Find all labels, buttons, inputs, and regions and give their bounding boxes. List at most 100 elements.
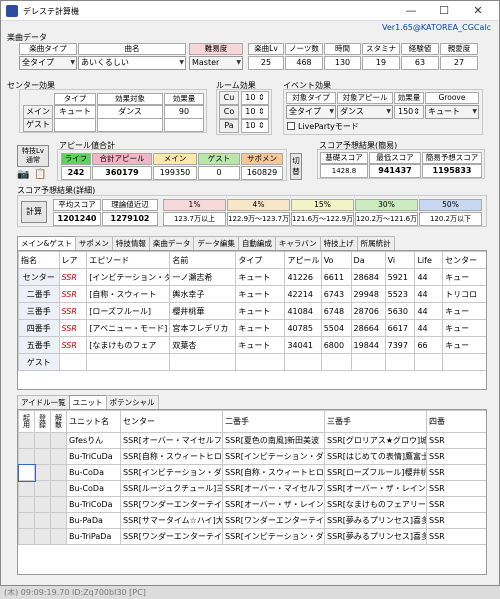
member-column-header[interactable]: センター xyxy=(442,251,486,269)
unit-row[interactable]: Bu-TriCoDaSSR[ワンダーエンターテイナー...SSR[オーバー・ザ・… xyxy=(18,496,486,513)
unit-action-cell[interactable] xyxy=(50,496,67,513)
unit-cell[interactable]: SSR[インビテーション・ダイブ]... xyxy=(222,528,325,545)
tab-2[interactable]: 特技情報 xyxy=(111,236,150,250)
switch-button[interactable]: 切替 xyxy=(290,153,302,180)
unit-cell[interactable]: SSR[ローズフルール]櫻井桃華 xyxy=(324,464,427,481)
member-cell[interactable]: 41226 xyxy=(284,268,322,286)
unit-cell[interactable]: SSR[オーバー・ザ・レインボー]... xyxy=(324,480,427,497)
member-cell[interactable]: 6748 xyxy=(320,302,352,320)
stamina-value[interactable]: 19 xyxy=(362,56,400,70)
room-pa-spinner[interactable]: 10 ⇕ xyxy=(241,119,269,133)
member-column-header[interactable]: エピソード xyxy=(86,251,171,269)
member-cell[interactable]: キュー xyxy=(442,302,486,320)
member-cell[interactable] xyxy=(414,353,444,371)
unit-cell[interactable]: SSR xyxy=(426,448,486,465)
member-grid[interactable]: 指名 レア エピソード 名前 タイプ アピール Vo Da Vi Life センター センター SSR[… xyxy=(17,250,487,390)
member-cell[interactable]: SSR xyxy=(58,319,88,337)
unit-cell[interactable]: SSR[サマータイム☆ハイ]大槻... xyxy=(120,512,223,529)
member-cell[interactable]: [自称・スウィート xyxy=(86,285,171,303)
member-cell[interactable]: 28706 xyxy=(350,302,386,320)
unit-action-cell[interactable] xyxy=(50,480,67,497)
unit-action-cell[interactable] xyxy=(34,512,51,529)
member-cell[interactable] xyxy=(235,353,286,371)
unit-action-cell[interactable] xyxy=(34,432,51,449)
unit-cell[interactable]: SSR[自称・スウィートヒロイン]... xyxy=(120,448,223,465)
unit-cell[interactable]: SSR[ワンダーエンターテイナー... xyxy=(120,496,223,513)
unit-column-header[interactable]: 起用 xyxy=(18,410,35,433)
member-cell[interactable]: 6611 xyxy=(320,268,352,286)
unit-row[interactable]: GfesりんSSR[オーバー・マイセルフ]渋...SSR[夏色の南風]新田美波S… xyxy=(18,432,486,449)
member-cell[interactable]: 29948 xyxy=(350,285,386,303)
unit-cell[interactable]: Gfesりん xyxy=(66,432,121,449)
member-cell[interactable]: キュー xyxy=(442,268,486,286)
maximize-button[interactable]: ☐ xyxy=(429,1,459,21)
unit-cell[interactable]: SSR[自称・スウィートヒロイン]... xyxy=(222,464,325,481)
unit-cell[interactable]: SSR xyxy=(426,480,486,497)
member-cell[interactable]: キュー xyxy=(442,336,486,354)
unit-column-header[interactable]: 二番手 xyxy=(222,410,325,433)
unit-cell[interactable]: SSR[はじめての表情]鷹富士茄... xyxy=(324,448,427,465)
camera-icon[interactable]: 📷 xyxy=(17,169,30,181)
time-value[interactable]: 130 xyxy=(324,56,361,70)
member-column-header[interactable]: アピール xyxy=(284,251,322,269)
member-cell[interactable]: [ローズフルール] xyxy=(86,302,171,320)
groove-select[interactable]: キュート ▼ xyxy=(425,105,479,119)
member-column-header[interactable]: タイプ xyxy=(235,251,286,269)
unit-cell[interactable]: SSR[インビテーション・ダイブ]... xyxy=(222,448,325,465)
member-cell[interactable]: 44 xyxy=(414,268,444,286)
minimize-button[interactable]: — xyxy=(396,1,426,21)
member-cell[interactable] xyxy=(284,353,322,371)
member-cell[interactable]: 櫻井桃華 xyxy=(169,302,237,320)
unit-cell[interactable]: SSR[グロリアス★グロウ]城ケ... xyxy=(324,432,427,449)
member-cell[interactable]: 44 xyxy=(414,302,444,320)
unit-action-cell[interactable] xyxy=(34,496,51,513)
member-row[interactable]: 三番手 SSR [ローズフルール] 櫻井桃華 キュート 41084 6748 28706 563… xyxy=(18,302,486,320)
unit-row[interactable]: Bu-CoDaSSR[ルージュクチュール]三船...SSR[オーバー・マイセルフ… xyxy=(18,480,486,497)
unit-cell[interactable]: SSR[ワンダーエンターテイナー... xyxy=(120,528,223,545)
member-cell[interactable]: [なまけものフェア xyxy=(86,336,171,354)
calc-button[interactable]: 計算 xyxy=(21,201,47,223)
tab-3[interactable]: 楽曲データ xyxy=(148,236,195,250)
unit-cell[interactable]: Bu-CoDa xyxy=(66,480,121,497)
music-name-select[interactable]: あいくるしい ▼ xyxy=(78,56,186,70)
member-cell[interactable]: 5630 xyxy=(384,302,416,320)
unit-action-cell[interactable] xyxy=(18,512,35,529)
member-cell[interactable]: SSR xyxy=(58,336,88,354)
member-cell[interactable]: [アベニュー・モード] xyxy=(86,319,171,337)
unit-cell[interactable]: SSR[オーバー・マイセルフ]渋... xyxy=(120,432,223,449)
affection-value[interactable]: 27 xyxy=(440,56,478,70)
member-cell[interactable]: SSR xyxy=(58,268,88,286)
member-cell[interactable]: 5523 xyxy=(384,285,416,303)
member-row[interactable]: 二番手 SSR [自称・スウィート 輿水幸子 キュート 42214 6743 29948 552… xyxy=(18,285,486,303)
unit-action-cell[interactable] xyxy=(34,480,51,497)
lower-tab-1[interactable]: ユニット xyxy=(68,395,107,409)
member-cell[interactable]: 5504 xyxy=(320,319,352,337)
room-co-spinner[interactable]: 10 ⇕ xyxy=(241,105,269,119)
notes-value[interactable]: 468 xyxy=(285,56,323,70)
tab-4[interactable]: データ編集 xyxy=(193,236,239,250)
member-column-header[interactable]: 指名 xyxy=(18,251,60,269)
level-value[interactable]: 25 xyxy=(248,56,284,70)
unit-cell[interactable]: Bu-TriPaDa xyxy=(66,528,121,545)
unit-cell[interactable]: SSR xyxy=(426,464,486,481)
unit-row[interactable]: Bu-PaDaSSR[サマータイム☆ハイ]大槻...SSR[ワンダーエンターテイ… xyxy=(18,512,486,529)
member-cell[interactable]: 宮本フレデリカ xyxy=(169,319,237,337)
unit-cell[interactable]: SSR xyxy=(426,528,486,545)
member-cell[interactable] xyxy=(384,353,416,371)
member-column-header[interactable]: Life xyxy=(414,251,444,269)
member-cell[interactable] xyxy=(320,353,352,371)
unit-cell[interactable]: SSR xyxy=(426,512,486,529)
event-appeal-select[interactable]: ダンス ▼ xyxy=(337,105,393,119)
member-cell[interactable]: [インビテーション・ダ xyxy=(86,268,171,286)
unit-cell[interactable]: SSR xyxy=(426,432,486,449)
unit-action-cell[interactable] xyxy=(50,512,67,529)
unit-row[interactable]: Bu-TriPaDaSSR[ワンダーエンターテイナー...SSR[インビテーショ… xyxy=(18,528,486,545)
difficulty-select[interactable]: Master ▼ xyxy=(189,56,243,70)
member-cell[interactable]: 19844 xyxy=(350,336,386,354)
event-type-select[interactable]: 全タイプ ▼ xyxy=(286,105,336,119)
unit-grid[interactable]: 起用 登録 解散 ユニット名 センター 二番手 三番手 四番 Gfesりん SSR[オーバー・マイ… xyxy=(17,409,487,575)
unit-cell[interactable]: SSR[夢みるプリンセス]喜多... xyxy=(324,512,427,529)
member-cell[interactable]: キュート xyxy=(235,302,286,320)
member-cell[interactable]: 44 xyxy=(414,285,444,303)
member-cell[interactable]: SSR xyxy=(58,285,88,303)
